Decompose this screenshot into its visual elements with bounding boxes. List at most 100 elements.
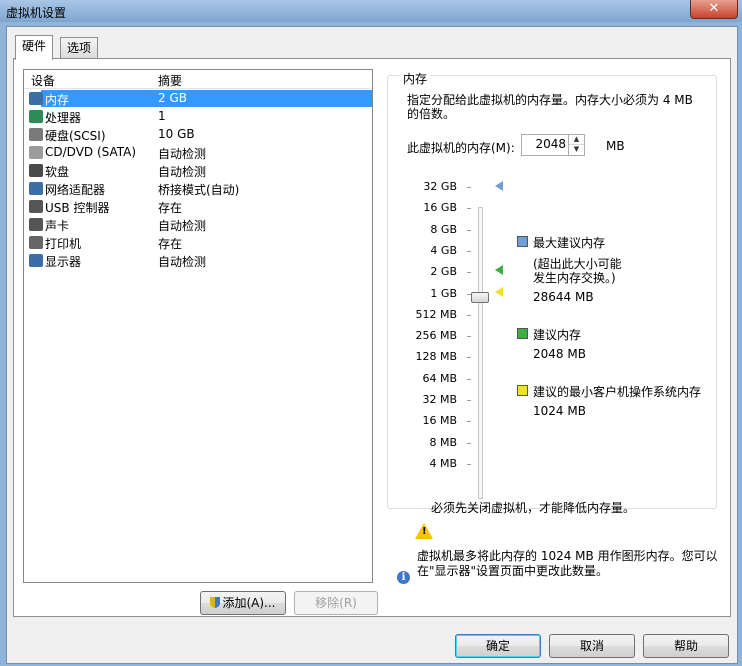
device-name: 网络适配器 <box>45 183 106 197</box>
device-row[interactable]: 内存 2 GB <box>24 90 372 108</box>
memory-slider-track[interactable] <box>478 207 483 499</box>
device-row[interactable]: 显示器 自动检测 <box>24 252 372 270</box>
device-summary: 存在 <box>158 237 183 251</box>
max-memory-marker-icon <box>495 181 503 191</box>
floppy-icon <box>29 164 43 177</box>
memory-scale-tick <box>467 442 471 444</box>
recommended-memory-value: 2048 MB <box>533 347 586 361</box>
min-memory-label: 建议的最小客户机操作系统内存 <box>533 385 702 399</box>
selection-highlight <box>41 90 372 107</box>
device-row[interactable]: 硬盘(SCSI) 10 GB <box>24 126 372 144</box>
memory-scale-label: 32 MB <box>422 393 457 406</box>
column-header-summary[interactable]: 摘要 <box>158 72 182 89</box>
device-name: 声卡 <box>45 219 70 233</box>
min-memory-legend-icon <box>517 385 528 396</box>
memory-scale-label: 512 MB <box>415 307 457 321</box>
device-row[interactable]: CD/DVD (SATA) 自动检测 <box>24 144 372 162</box>
max-memory-note-line2: 发生内存交换。) <box>533 271 616 285</box>
memory-scale-label: 64 MB <box>422 371 457 385</box>
memory-group-title: 内存 <box>400 70 431 87</box>
device-name: USB 控制器 <box>45 201 110 215</box>
ok-button[interactable]: 确定 <box>455 634 541 658</box>
max-memory-label: 最大建议内存 <box>533 236 606 250</box>
cancel-button[interactable]: 取消 <box>549 634 635 658</box>
warning-icon: ! <box>415 523 433 539</box>
device-list[interactable]: 设备 摘要 内存 2 GB 处理器 1 硬盘(SCSI) 10 GB CD/DVD (SAT… <box>23 69 373 583</box>
device-name: 显示器 <box>45 255 82 269</box>
device-row[interactable]: 网络适配器 桥接模式(自动) <box>24 180 372 198</box>
info-icon: i <box>397 571 410 584</box>
device-name: CD/DVD (SATA) <box>45 145 137 159</box>
stepper-up-icon[interactable]: ▲ <box>569 135 584 145</box>
device-summary: 自动检测 <box>158 255 207 269</box>
device-summary: 2 GB <box>158 91 187 105</box>
memory-scale-label: 16 MB <box>422 414 457 428</box>
add-button-label: 添加(A)... <box>222 596 276 610</box>
memory-stepper[interactable]: 2048 ▲ ▼ <box>521 134 585 156</box>
device-summary: 1 <box>158 109 166 123</box>
device-name: 硬盘(SCSI) <box>45 129 106 143</box>
memory-scale-label: 1 GB <box>430 286 457 300</box>
memory-scale-label: 4 MB <box>429 456 457 470</box>
recommended-memory-legend-icon <box>517 328 528 339</box>
stepper-down-icon[interactable]: ▼ <box>569 145 584 154</box>
memory-description-line2: 的倍数。 <box>407 107 456 121</box>
max-memory-value: 28644 MB <box>533 290 594 304</box>
memory-scale-tick <box>467 208 471 210</box>
display-icon <box>29 254 43 267</box>
device-row[interactable]: USB 控制器 存在 <box>24 198 372 216</box>
info-text-line2: 在"显示器"设置页面中更改此数量。 <box>417 564 609 578</box>
memory-scale-label: 128 MB <box>415 350 457 364</box>
device-row[interactable]: 软盘 自动检测 <box>24 162 372 180</box>
close-button[interactable]: ✕ <box>690 0 738 19</box>
memory-scale-label: 4 GB <box>430 243 457 257</box>
window-title: 虚拟机设置 <box>6 6 67 20</box>
memory-scale-tick <box>467 187 471 188</box>
memory-scale-label: 256 MB <box>415 329 457 343</box>
memory-scale-tick <box>467 421 471 423</box>
warning-text: 必须先关闭虚拟机，才能降低内存量。 <box>431 501 636 515</box>
recommended-memory-label: 建议内存 <box>533 328 582 342</box>
tab-options[interactable]: 选项 <box>60 37 99 58</box>
device-summary: 存在 <box>158 201 183 215</box>
network-adapter-icon <box>29 182 43 195</box>
usb-icon <box>29 200 43 213</box>
tab-hardware[interactable]: 硬件 <box>15 35 54 60</box>
processor-icon <box>29 110 43 123</box>
device-summary: 自动检测 <box>158 219 207 233</box>
memory-unit: MB <box>606 139 625 153</box>
stepper-buttons: ▲ ▼ <box>568 135 584 155</box>
device-summary: 桥接模式(自动) <box>158 183 240 197</box>
memory-scale-tick <box>467 378 471 380</box>
max-memory-legend-icon <box>517 236 528 247</box>
device-summary: 自动检测 <box>158 165 207 179</box>
remove-button[interactable]: 移除(R) <box>294 591 378 615</box>
memory-scale-label: 16 GB <box>423 201 457 215</box>
min-memory-value: 1024 MB <box>533 404 586 418</box>
harddisk-icon <box>29 128 43 141</box>
recommended-memory-marker-icon <box>495 265 503 275</box>
memory-value[interactable]: 2048 <box>535 137 566 151</box>
memory-scale-label: 32 GB <box>423 180 457 193</box>
memory-scale-tick <box>467 250 471 252</box>
shield-icon <box>210 597 221 608</box>
device-row[interactable]: 声卡 自动检测 <box>24 216 372 234</box>
device-summary: 10 GB <box>158 127 195 141</box>
column-header-device[interactable]: 设备 <box>31 72 55 89</box>
device-list-header: 设备 摘要 <box>24 70 372 89</box>
memory-scale-label: 8 GB <box>430 222 457 236</box>
memory-field-label: 此虚拟机的内存(M): <box>407 141 515 155</box>
memory-scale-tick <box>467 314 471 316</box>
help-button[interactable]: 帮助 <box>643 634 729 658</box>
dialog-client: 硬件 选项 设备 摘要 内存 2 GB 处理器 1 硬盘(SCSI) 10 GB CD/DV… <box>6 26 738 664</box>
cd-dvd-icon <box>29 146 43 159</box>
memory-scale-label: 8 MB <box>429 435 457 449</box>
memory-scale-tick <box>467 336 471 338</box>
device-row[interactable]: 处理器 1 <box>24 108 372 126</box>
device-row[interactable]: 打印机 存在 <box>24 234 372 252</box>
add-button[interactable]: 添加(A)... <box>200 591 286 615</box>
memory-slider-thumb[interactable] <box>471 292 489 303</box>
title-bar[interactable]: 虚拟机设置 ✕ <box>0 0 742 22</box>
memory-scale-tick <box>467 400 471 401</box>
device-summary: 自动检测 <box>158 147 207 161</box>
